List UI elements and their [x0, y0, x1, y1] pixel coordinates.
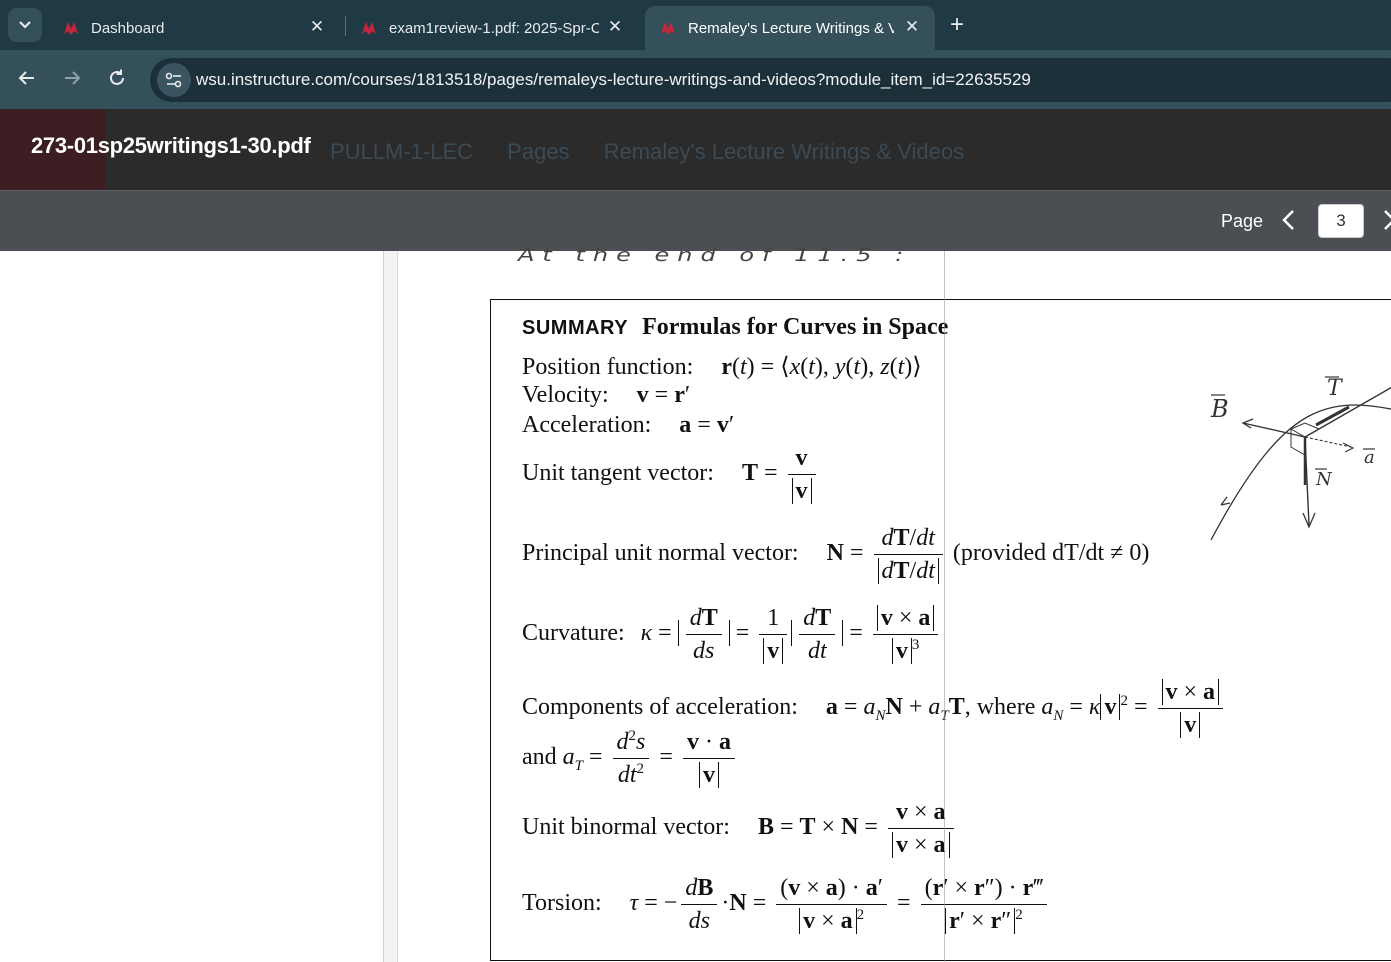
- principal-normal-formula: Principal unit normal vector: N = dT/dt d…: [522, 522, 1149, 587]
- curvature-formula: Curvature: κ = dT ds = 1 v dT dt = v × av3: [522, 602, 942, 667]
- browser-toolbar: wsu.instructure.com/courses/1813518/page…: [0, 50, 1391, 109]
- page-number-input[interactable]: 3: [1318, 204, 1364, 238]
- sketch-label-n: N: [1315, 469, 1333, 490]
- summary-tag: SUMMARY: [522, 317, 629, 339]
- summary-heading: SUMMARY Formulas for Curves in Space: [522, 314, 948, 341]
- principal-normal-label: Principal unit normal vector:: [522, 540, 799, 567]
- position-formula: Position function: r(t) = ⟨x(t), y(t), z…: [522, 354, 922, 380]
- back-arrow-icon[interactable]: [17, 68, 37, 93]
- tab-lecture-writings[interactable]: Remaley's Lecture Writings & V ✕: [645, 6, 935, 50]
- web-page: PULLM-1-LEC Pages Remaley's Lecture Writ…: [0, 109, 1391, 962]
- close-icon[interactable]: ✕: [606, 18, 624, 36]
- unit-tangent-label: Unit tangent vector:: [522, 460, 714, 487]
- summary-title: Formulas for Curves in Space: [642, 314, 949, 340]
- summary-box: SUMMARY Formulas for Curves in Space Pos…: [490, 299, 1391, 961]
- pdf-page: At the end of 11.5 : SUMMARY Formulas fo…: [398, 245, 1391, 962]
- torsion-label: Torsion:: [522, 890, 602, 917]
- frenet-frame-sketch: B T v a N: [1210, 376, 1391, 541]
- pdf-toolbar: Page 3: [0, 190, 1391, 251]
- thumbnail-sidebar: [0, 251, 384, 962]
- reload-icon[interactable]: [107, 68, 127, 93]
- pdf-viewer-header: 273-01sp25writings1-30.pdf: [0, 109, 1391, 190]
- new-tab-plus-icon[interactable]: +: [950, 13, 964, 37]
- close-icon[interactable]: ✕: [903, 18, 921, 36]
- url-text: wsu.instructure.com/courses/1813518/page…: [196, 70, 1031, 89]
- wsu-logo-icon: [64, 22, 78, 35]
- sketch-label-a: a: [1364, 447, 1375, 468]
- acceleration-formula: Acceleration: a = v′: [522, 412, 735, 438]
- browser-tab-strip: Dashboard ✕ exam1review-1.pdf: 2025-Spr-…: [0, 0, 1391, 50]
- binormal-formula: Unit binormal vector: B = T × N = v × av…: [522, 796, 958, 861]
- tab-title: Remaley's Lecture Writings & V: [688, 19, 894, 37]
- handwritten-note: At the end of 11.5 :: [518, 244, 912, 266]
- torsion-formula: Torsion: τ = − dB ds ·N = (v × a) · a′ v × a…: [522, 872, 1051, 937]
- tab-title: Dashboard: [91, 19, 165, 37]
- address-bar[interactable]: wsu.instructure.com/courses/1813518/page…: [150, 58, 1391, 102]
- wsu-logo-icon: [362, 22, 376, 35]
- unit-tangent-formula: Unit tangent vector: T = vv: [522, 442, 820, 507]
- curvature-label: Curvature:: [522, 620, 625, 647]
- acceleration-label: Acceleration:: [522, 412, 652, 438]
- scan-fold-line: [944, 251, 945, 962]
- binormal-label: Unit binormal vector:: [522, 814, 730, 841]
- scroll-gutter[interactable]: [384, 251, 398, 962]
- tangential-component-formula: and aT = d2s dt2 = v · av: [522, 726, 739, 791]
- site-info-tune-icon[interactable]: [157, 63, 191, 97]
- pdf-viewer-area: At the end of 11.5 : SUMMARY Formulas fo…: [0, 245, 1391, 962]
- velocity-formula: Velocity: v = r′: [522, 382, 691, 408]
- tab-dashboard[interactable]: Dashboard ✕: [48, 6, 340, 50]
- page-label: Page: [1221, 211, 1264, 231]
- wsu-logo-icon: [661, 22, 675, 35]
- tab-title: exam1review-1.pdf: 2025-Spr-C: [389, 19, 599, 37]
- sketch-label-b: B: [1210, 395, 1229, 423]
- close-icon[interactable]: ✕: [308, 18, 326, 36]
- principal-normal-condition: (provided dT/dt ≠ 0): [952, 540, 1150, 567]
- sketch-label-t: T: [1327, 376, 1344, 401]
- components-where: , where: [964, 694, 1036, 721]
- chevron-left-icon[interactable]: [1280, 208, 1296, 237]
- position-label: Position function:: [522, 354, 694, 380]
- and-label: and: [522, 744, 557, 771]
- chevron-down-icon: [18, 18, 32, 33]
- forward-arrow-icon[interactable]: [62, 68, 82, 93]
- velocity-label: Velocity:: [522, 382, 609, 408]
- tab-exam-review[interactable]: exam1review-1.pdf: 2025-Spr-C ✕: [346, 6, 638, 50]
- document-title: 273-01sp25writings1-30.pdf: [31, 133, 311, 158]
- tab-search-button[interactable]: [8, 8, 42, 42]
- components-label: Components of acceleration:: [522, 694, 798, 721]
- chevron-right-icon[interactable]: [1382, 208, 1391, 237]
